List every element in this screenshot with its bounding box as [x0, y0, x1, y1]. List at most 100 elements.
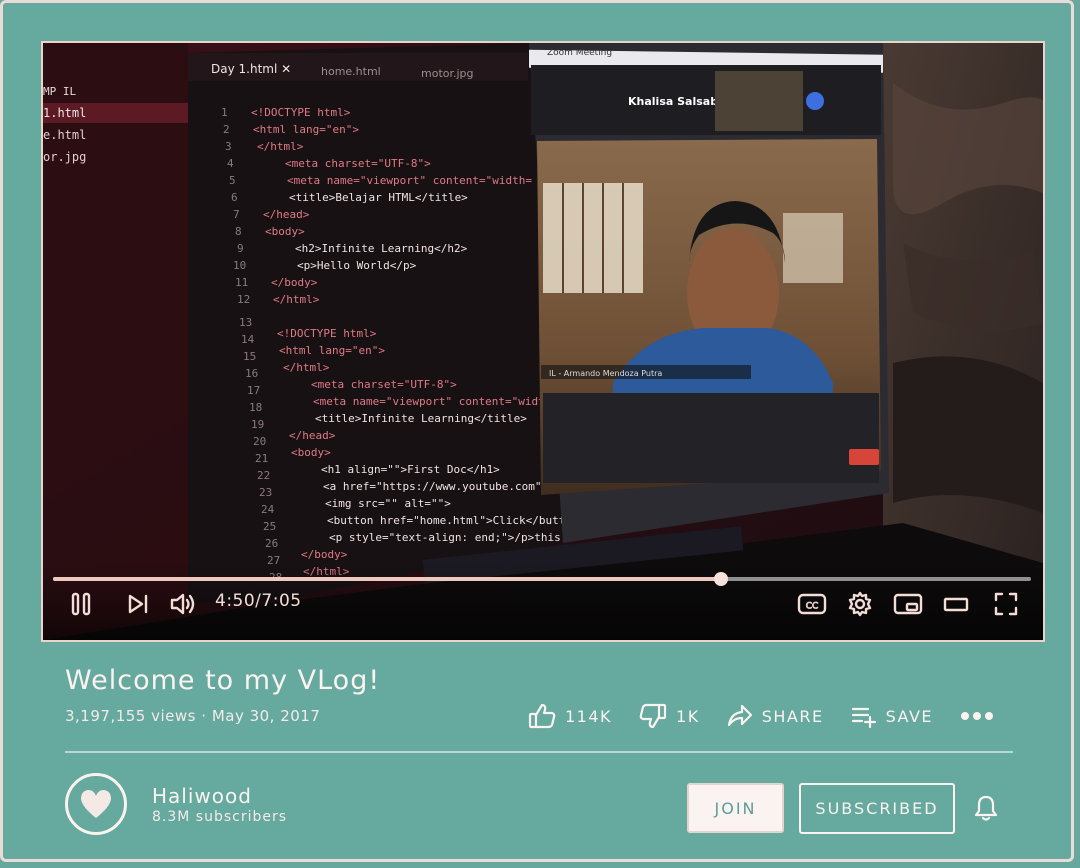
- save-label: SAVE: [885, 706, 933, 726]
- svg-text:</html>: </html>: [273, 293, 320, 306]
- fullscreen-button[interactable]: [989, 589, 1023, 619]
- svg-text:IL - Armando Mendoza Putra: IL - Armando Mendoza Putra: [549, 369, 662, 378]
- like-button[interactable]: 114K: [527, 702, 612, 730]
- svg-text:7: 7: [233, 208, 240, 221]
- svg-text:e.html: e.html: [43, 128, 86, 142]
- svg-text:<title>Infinite Learning</titl: <title>Infinite Learning</title>: [315, 412, 527, 425]
- svg-text:1.html: 1.html: [43, 106, 86, 120]
- captions-icon: CC: [797, 593, 827, 615]
- channel-name[interactable]: Haliwood: [152, 784, 252, 808]
- svg-text:<h1 align="">First Doc</h1>: <h1 align="">First Doc</h1>: [321, 463, 500, 476]
- svg-text:MP IL: MP IL: [43, 85, 76, 98]
- svg-text:Zoom Meeting: Zoom Meeting: [547, 48, 612, 58]
- video-frame: MP IL 1.html e.html or.jpg Day 1.html ✕ …: [43, 43, 1043, 640]
- bell-icon: [974, 795, 998, 821]
- pause-icon: [71, 592, 91, 616]
- svg-text:</html>: </html>: [283, 361, 330, 374]
- svg-text:<p style="text-align: end;">/p: <p style="text-align: end;">/p>this i: [329, 531, 574, 544]
- svg-text:<title>Belajar HTML</title>: <title>Belajar HTML</title>: [289, 191, 468, 204]
- svg-text:<h2>Infinite Learning</h2>: <h2>Infinite Learning</h2>: [295, 242, 468, 255]
- svg-text:</head>: </head>: [263, 208, 310, 221]
- svg-text:<img src="" alt="">: <img src="" alt="">: [325, 497, 451, 510]
- svg-text:<meta charset="UTF-8">: <meta charset="UTF-8">: [285, 157, 431, 170]
- svg-text:<body>: <body>: [291, 446, 331, 459]
- svg-text:14: 14: [241, 333, 255, 346]
- heart-icon: [81, 790, 111, 818]
- thumbs-up-icon: [528, 703, 556, 729]
- svg-text:21: 21: [255, 452, 268, 465]
- subscribed-button[interactable]: SUBSCRIBED: [799, 783, 955, 834]
- settings-button[interactable]: [843, 589, 877, 619]
- svg-text:<body>: <body>: [265, 225, 305, 238]
- svg-text:4: 4: [227, 157, 234, 170]
- action-bar: 114K 1K SHARE SAVE: [527, 700, 1003, 732]
- svg-text:20: 20: [253, 435, 266, 448]
- svg-text:6: 6: [231, 191, 238, 204]
- svg-text:23: 23: [259, 486, 272, 499]
- volume-button[interactable]: [167, 589, 201, 619]
- svg-text:<html lang="en">: <html lang="en">: [279, 344, 385, 357]
- progress-scrubber[interactable]: [713, 572, 728, 586]
- svg-text:</html>: </html>: [257, 140, 304, 153]
- svg-text:5: 5: [229, 174, 236, 187]
- svg-text:<button href="home.html">Click: <button href="home.html">Click</butto: [327, 514, 572, 527]
- save-button[interactable]: SAVE: [850, 704, 933, 728]
- svg-text:18: 18: [249, 401, 262, 414]
- svg-text:2: 2: [223, 123, 230, 136]
- svg-text:</body>: </body>: [271, 276, 318, 289]
- theater-icon: [943, 597, 969, 612]
- more-button[interactable]: [959, 710, 1003, 722]
- svg-text:</body>: </body>: [301, 548, 348, 561]
- miniplayer-button[interactable]: [891, 589, 925, 619]
- thumbs-down-icon: [639, 703, 667, 729]
- video-player[interactable]: MP IL 1.html e.html or.jpg Day 1.html ✕ …: [41, 41, 1045, 642]
- captions-button[interactable]: CC: [795, 589, 829, 619]
- next-button[interactable]: [123, 589, 153, 619]
- svg-text:<html lang="en">: <html lang="en">: [253, 123, 359, 136]
- svg-text:26: 26: [265, 537, 278, 550]
- miniplayer-icon: [893, 593, 923, 615]
- theater-button[interactable]: [939, 589, 973, 619]
- share-button[interactable]: SHARE: [726, 703, 824, 729]
- svg-text:24: 24: [261, 503, 275, 516]
- svg-text:<meta name="viewport" content=: <meta name="viewport" content="width=: [287, 174, 532, 187]
- svg-text:Day 1.html ✕: Day 1.html ✕: [211, 62, 291, 76]
- subscriber-count: 8.3M subscribers: [152, 809, 288, 825]
- notification-bell-button[interactable]: [971, 793, 1001, 827]
- fullscreen-icon: [994, 592, 1018, 616]
- svg-text:15: 15: [243, 350, 256, 363]
- gear-icon: [848, 591, 872, 617]
- meta-separator: ·: [201, 707, 207, 725]
- pause-button[interactable]: [65, 589, 97, 619]
- svg-text:16: 16: [245, 367, 258, 380]
- svg-text:<!DOCTYPE html>: <!DOCTYPE html>: [277, 327, 377, 340]
- channel-avatar[interactable]: [65, 773, 127, 835]
- svg-text:17: 17: [247, 384, 260, 397]
- share-label: SHARE: [761, 706, 824, 726]
- playlist-add-icon: [851, 707, 876, 728]
- svg-text:9: 9: [237, 242, 244, 255]
- svg-text:CC: CC: [806, 602, 819, 612]
- progress-bar[interactable]: [53, 572, 1031, 586]
- dislike-button[interactable]: 1K: [638, 702, 700, 730]
- dislike-count: 1K: [676, 706, 700, 726]
- next-icon: [128, 594, 148, 614]
- svg-text:3: 3: [225, 140, 232, 153]
- svg-text:10: 10: [233, 259, 246, 272]
- svg-text:13: 13: [239, 316, 252, 329]
- time-display: 4:50/7:05: [215, 591, 302, 611]
- svg-text:1: 1: [221, 106, 228, 119]
- svg-text:<a href="https://www.youtube.c: <a href="https://www.youtube.com">Cli: [323, 480, 568, 493]
- like-count: 114K: [565, 706, 613, 726]
- svg-text:or.jpg: or.jpg: [43, 150, 86, 164]
- svg-text:19: 19: [251, 418, 264, 431]
- svg-text:<p>Hello World</p>: <p>Hello World</p>: [297, 259, 417, 272]
- svg-text:<meta name="viewport" content=: <meta name="viewport" content="width=: [313, 395, 558, 408]
- view-count: 3,197,155 views: [65, 707, 196, 725]
- video-title: Welcome to my VLog!: [65, 665, 381, 696]
- more-icon: [961, 712, 993, 720]
- svg-text:<meta charset="UTF-8">: <meta charset="UTF-8">: [311, 378, 457, 391]
- svg-text:11: 11: [235, 276, 248, 289]
- share-icon: [727, 704, 752, 727]
- join-button[interactable]: JOIN: [687, 783, 784, 833]
